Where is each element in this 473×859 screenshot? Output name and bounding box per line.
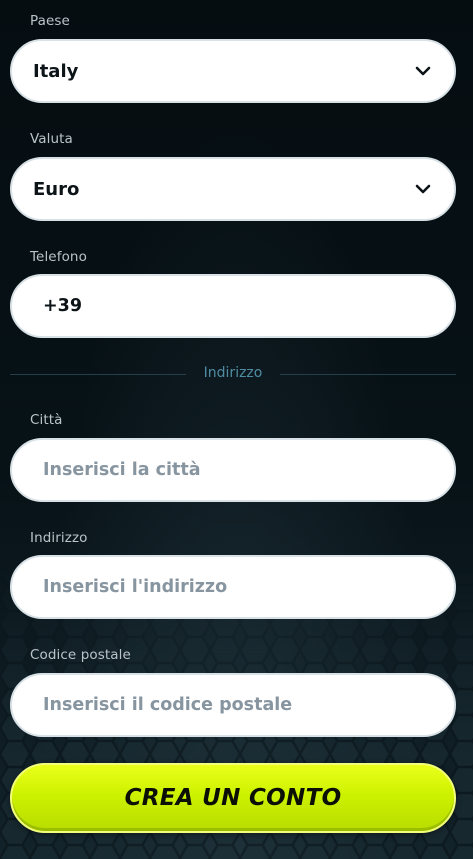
postal-code-input[interactable]	[12, 675, 454, 735]
chevron-down-icon	[415, 184, 431, 194]
currency-select-value: Euro	[33, 178, 80, 200]
postal-code-field[interactable]	[10, 673, 456, 737]
country-select-value: Italy	[33, 60, 79, 82]
phone-input[interactable]	[12, 276, 454, 336]
create-account-button[interactable]: CREA UN CONTO	[10, 763, 456, 833]
country-label: Paese	[30, 13, 70, 29]
city-label: Città	[30, 412, 63, 428]
phone-field[interactable]	[10, 274, 456, 338]
address-section-heading: Indirizzo	[203, 365, 263, 381]
street-field[interactable]	[10, 555, 456, 619]
phone-label: Telefono	[30, 249, 87, 265]
country-select[interactable]: Italy	[10, 39, 456, 103]
currency-select[interactable]: Euro	[10, 157, 456, 221]
city-field[interactable]	[10, 438, 456, 502]
chevron-down-icon	[415, 66, 431, 76]
create-account-button-label: CREA UN CONTO	[124, 785, 342, 811]
currency-label: Valuta	[30, 131, 73, 147]
street-input[interactable]	[12, 557, 454, 617]
street-label: Indirizzo	[30, 530, 88, 546]
postal-code-label: Codice postale	[30, 647, 131, 663]
city-input[interactable]	[12, 440, 454, 500]
divider-right	[280, 374, 456, 375]
